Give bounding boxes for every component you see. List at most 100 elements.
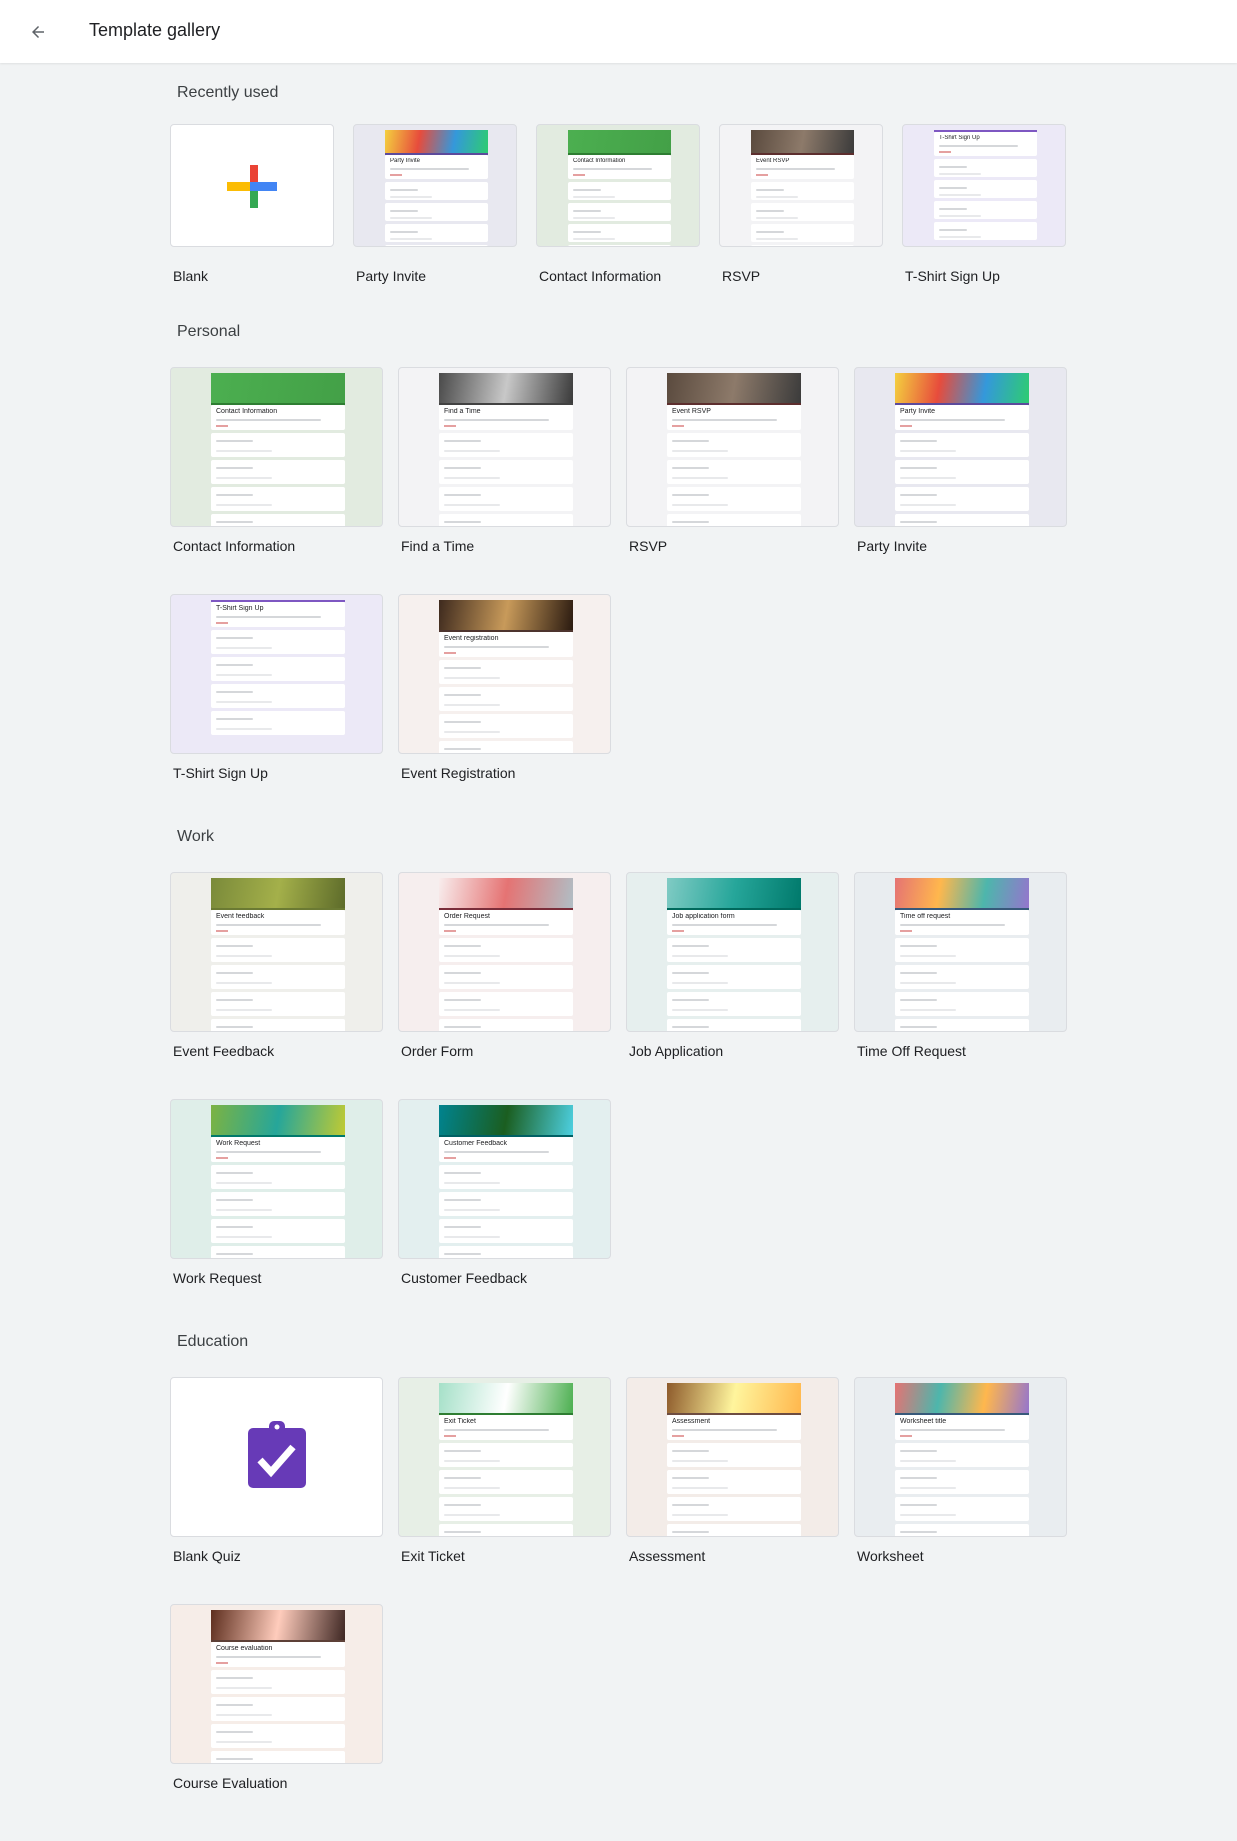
arrow-back-icon: [32, 26, 44, 38]
template-thumbnail[interactable]: Contact Information: [170, 367, 383, 527]
template-label: Assessment: [629, 1548, 706, 1564]
question-block: [751, 182, 854, 200]
answer-line: [216, 1182, 272, 1184]
template-thumbnail[interactable]: Party Invite: [353, 124, 517, 247]
question-label: [216, 1704, 254, 1706]
question-label: [939, 208, 967, 210]
template-thumbnail[interactable]: Party Invite: [854, 367, 1067, 527]
template-tile[interactable]: Party Invite Party Invite: [854, 367, 1067, 567]
banner-image: [439, 1105, 573, 1135]
template-thumbnail[interactable]: Worksheet title: [854, 1377, 1067, 1537]
form-title: Find a Time: [444, 408, 481, 415]
form-title: Job application form: [672, 913, 735, 920]
question-block: [211, 938, 345, 962]
question-block: [385, 245, 488, 246]
template-tile[interactable]: Blank: [170, 124, 334, 287]
answer-line: [444, 731, 500, 733]
answer-line: [216, 982, 272, 984]
template-tile[interactable]: Work Request Work Request: [170, 1099, 383, 1299]
question-block: [439, 1470, 573, 1494]
question-label: [900, 1531, 938, 1533]
template-thumbnail[interactable]: Event feedback: [170, 872, 383, 1032]
question-block: [211, 433, 345, 457]
template-tile[interactable]: Contact Information Contact Information: [170, 367, 383, 567]
back-button[interactable]: [22, 16, 54, 48]
template-tile[interactable]: Worksheet title Worksheet: [854, 1377, 1067, 1577]
template-thumbnail[interactable]: Work Request: [170, 1099, 383, 1259]
question-label: [216, 1026, 254, 1028]
question-block: [667, 1443, 801, 1467]
template-thumbnail[interactable]: Exit Ticket: [398, 1377, 611, 1537]
template-tile[interactable]: Course evaluation Course Evaluation: [170, 1604, 383, 1804]
required-note: [756, 174, 768, 176]
template-label: Work Request: [173, 1270, 262, 1286]
question-block: [667, 460, 801, 484]
question-label: [672, 494, 710, 496]
answer-line: [573, 238, 615, 240]
banner-image: [385, 130, 488, 153]
template-tile[interactable]: T-Shirt Sign Up T-Shirt Sign Up: [902, 124, 1066, 287]
template-label: Worksheet: [857, 1548, 924, 1564]
template-tile[interactable]: Event RSVP RSVP: [719, 124, 883, 287]
template-tile[interactable]: Event RSVP RSVP: [626, 367, 839, 567]
template-thumbnail[interactable]: Time off request: [854, 872, 1067, 1032]
question-block: [667, 938, 801, 962]
question-label: [672, 521, 710, 523]
template-tile[interactable]: Event feedback Event Feedback: [170, 872, 383, 1072]
template-tile[interactable]: T-Shirt Sign Up T-Shirt Sign Up: [170, 594, 383, 794]
template-thumbnail[interactable]: Customer Feedback: [398, 1099, 611, 1259]
question-label: [216, 1677, 254, 1679]
template-thumbnail[interactable]: T-Shirt Sign Up: [902, 124, 1066, 247]
form-header-block: Assessment: [667, 1415, 801, 1440]
template-thumbnail[interactable]: Event RSVP: [719, 124, 883, 247]
template-tile[interactable]: Contact Information Contact Information: [536, 124, 700, 287]
form-title: Customer Feedback: [444, 1140, 508, 1147]
answer-line: [390, 238, 432, 240]
question-block: [934, 180, 1037, 198]
answer-line: [573, 196, 615, 198]
question-label: [216, 999, 254, 1001]
template-tile[interactable]: Time off request Time Off Request: [854, 872, 1067, 1072]
section-title: Work: [177, 828, 215, 845]
template-tile[interactable]: Event registration Event Registration: [398, 594, 611, 794]
question-label: [216, 1226, 254, 1228]
form-header-block: Event feedback: [211, 910, 345, 935]
template-thumbnail[interactable]: Contact Information: [536, 124, 700, 247]
form-preview: T-Shirt Sign Up: [211, 600, 345, 753]
question-block: [895, 1497, 1029, 1521]
question-label: [900, 999, 938, 1001]
template-thumbnail[interactable]: T-Shirt Sign Up: [170, 594, 383, 754]
template-tile[interactable]: Exit Ticket Exit Ticket: [398, 1377, 611, 1577]
question-block: [439, 938, 573, 962]
template-thumbnail[interactable]: Find a Time: [398, 367, 611, 527]
form-preview: Event feedback: [211, 878, 345, 1031]
banner-image: [568, 130, 671, 153]
form-preview: Time off request: [895, 878, 1029, 1031]
template-thumbnail[interactable]: Order Request: [398, 872, 611, 1032]
template-tile[interactable]: Job application form Job Application: [626, 872, 839, 1072]
answer-line: [390, 196, 432, 198]
template-thumbnail[interactable]: [170, 1377, 383, 1537]
form-title: T-Shirt Sign Up: [216, 605, 264, 612]
template-thumbnail[interactable]: Event RSVP: [626, 367, 839, 527]
template-thumbnail[interactable]: Event registration: [398, 594, 611, 754]
form-header-block: Event RSVP: [751, 155, 854, 179]
template-thumbnail[interactable]: Job application form: [626, 872, 839, 1032]
template-tile[interactable]: Find a Time Find a Time: [398, 367, 611, 567]
template-thumbnail[interactable]: Assessment: [626, 1377, 839, 1537]
template-tile[interactable]: Customer Feedback Customer Feedback: [398, 1099, 611, 1299]
template-thumbnail[interactable]: [170, 124, 334, 247]
question-label: [216, 945, 254, 947]
question-label: [900, 467, 938, 469]
question-block: [439, 660, 573, 684]
template-tile[interactable]: Party Invite Party Invite: [353, 124, 517, 287]
question-label: [444, 999, 482, 1001]
template-thumbnail[interactable]: Course evaluation: [170, 1604, 383, 1764]
template-tile[interactable]: Blank Quiz: [170, 1377, 383, 1577]
template-tile[interactable]: Order Request Order Form: [398, 872, 611, 1072]
template-label: Party Invite: [857, 538, 928, 554]
question-block: [895, 938, 1029, 962]
template-tile[interactable]: Assessment Assessment: [626, 1377, 839, 1577]
question-block: [934, 201, 1037, 219]
form-preview: Job application form: [667, 878, 801, 1031]
